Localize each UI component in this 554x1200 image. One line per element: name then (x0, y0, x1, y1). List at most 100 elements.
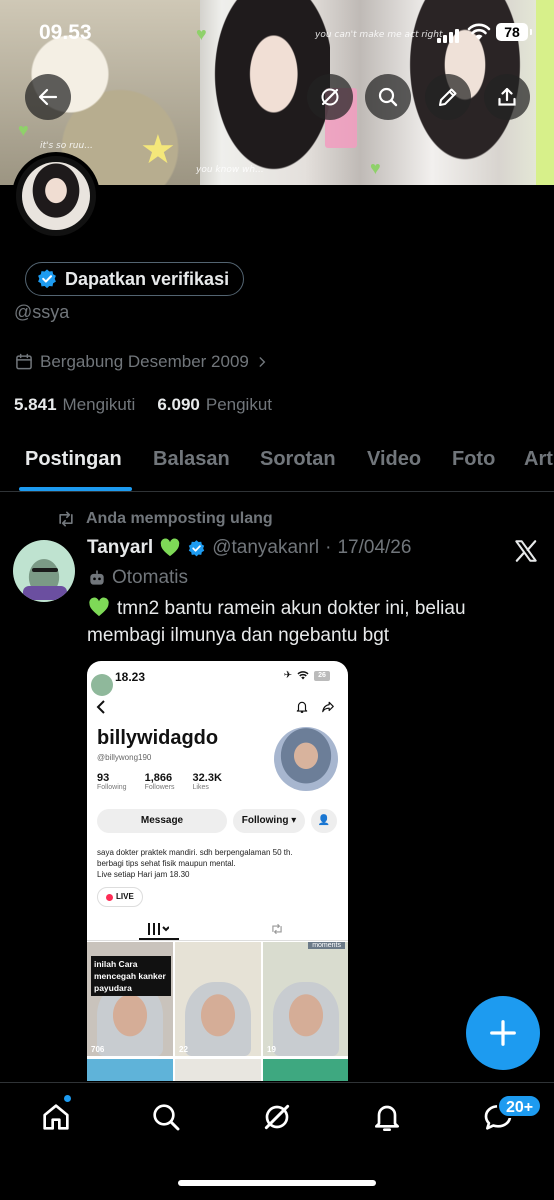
plus-icon (490, 1020, 516, 1046)
bell-icon (296, 701, 308, 713)
profile-handle: @ssya (14, 302, 70, 322)
repost-indicator: Anda memposting ulang (56, 510, 273, 528)
embedded-stat: 32.3K Likes (192, 772, 222, 791)
embedded-nav (95, 697, 340, 717)
grok-button[interactable] (307, 74, 353, 120)
nav-search[interactable] (146, 1097, 186, 1137)
verified-badge-icon (189, 539, 205, 556)
embedded-handle: @billywong190 (97, 753, 152, 762)
home-icon (43, 1104, 69, 1130)
live-dot-icon (106, 893, 113, 901)
banner-scribble: it's so ruu... (40, 141, 93, 151)
chevron-right-icon (259, 357, 266, 367)
embedded-following-button: Following ▾ (233, 809, 305, 833)
tab-photos[interactable]: Foto (452, 448, 495, 471)
pencil-icon (439, 88, 457, 106)
search-icon (153, 1104, 180, 1131)
embedded-video-grid: inilah Cara mencegah kanker payudara 706… (87, 942, 348, 1081)
video-views: 19 (267, 1045, 276, 1054)
grok-icon (264, 1104, 290, 1130)
tab-highlights[interactable]: Sorotan (260, 448, 336, 471)
embedded-status-icons: ✈ 26 (284, 670, 330, 681)
post-body: tmn2 bantu ramein akun dokter ini, belia… (87, 598, 466, 646)
banner-scribble: you know wh... (196, 165, 264, 175)
wifi-icon (297, 671, 309, 680)
status-time: 09.53 (39, 21, 92, 44)
get-verified-label: Dapatkan verifikasi (65, 268, 230, 289)
embedded-video-thumb: inilah Cara mencegah kanker payudara 706 (87, 942, 173, 1056)
thumb-face (185, 982, 251, 1056)
green-heart-icon (89, 597, 109, 617)
home-indicator[interactable] (178, 1180, 376, 1186)
bell-icon (375, 1105, 399, 1131)
embedded-stats: 93 Following 1,866 Followers 32.3K Likes (97, 772, 222, 791)
moments-tag: moments (308, 942, 345, 949)
profile-avatar[interactable] (12, 152, 100, 240)
calendar-icon (16, 353, 32, 370)
joined-date-row[interactable]: Bergabung Desember 2009 (14, 352, 269, 372)
automated-label: Otomatis (112, 567, 189, 588)
following-label[interactable]: Mengikuti (63, 395, 136, 415)
thumb-face (273, 982, 339, 1056)
verified-badge-icon (38, 269, 56, 289)
banner-heart-sticker: ♥ (18, 120, 29, 140)
tab-video[interactable]: Video (367, 448, 421, 471)
post-header: Tanyarl @tanyakanrl · 17/04/26 (87, 537, 411, 559)
repost-icon (59, 511, 73, 527)
followers-count[interactable]: 6.090 (157, 395, 200, 415)
post-author-avatar[interactable] (13, 540, 75, 602)
video-views: 706 (91, 1045, 105, 1054)
tab-posts[interactable]: Postingan (25, 448, 122, 471)
following-count[interactable]: 5.841 (14, 395, 57, 415)
embedded-status-bar: 18.23 ✈ 26 (87, 669, 348, 696)
share-icon (498, 87, 516, 106)
embedded-tabs (87, 919, 348, 941)
followers-label[interactable]: Pengikut (206, 395, 272, 415)
embedded-battery: 26 (314, 670, 330, 681)
grid-icon (148, 923, 169, 935)
search-button[interactable] (365, 74, 411, 120)
edit-profile-button[interactable] (425, 74, 471, 120)
embedded-video-thumb: 22 (175, 942, 261, 1056)
airplane-icon: ✈ (283, 670, 292, 681)
banner-star-sticker: ★ (140, 128, 176, 172)
x-logo-icon (515, 540, 537, 562)
joined-label: Bergabung Desember 2009 (40, 352, 249, 371)
embedded-mini-avatar (91, 674, 113, 696)
nav-grok[interactable] (257, 1097, 297, 1137)
post-text: tmn2 bantu ramein akun dokter ini, belia… (87, 595, 537, 649)
robot-icon (90, 570, 104, 585)
video-views: 22 (179, 1045, 188, 1054)
post-date[interactable]: 17/04/26 (337, 537, 411, 559)
get-verified-button[interactable]: Dapatkan verifikasi (25, 262, 245, 296)
post-author-name[interactable]: Tanyarl (87, 537, 153, 559)
post-author-handle[interactable]: @tanyakanrl (212, 537, 319, 559)
messages-count-badge: 20+ (497, 1094, 543, 1118)
tab-replies[interactable]: Balasan (153, 448, 230, 471)
chevron-left-icon (96, 700, 105, 714)
embedded-video-thumb (263, 1059, 348, 1081)
repost-label: Anda memposting ulang (86, 510, 273, 527)
post-media-image[interactable]: 18.23 ✈ 26 billywidagdo @billywong190 93… (87, 661, 348, 1081)
grok-icon (321, 88, 339, 106)
avatar-base (23, 586, 67, 600)
embedded-active-tab-indicator (139, 938, 179, 940)
embedded-message-button: Message (97, 809, 227, 833)
embedded-video-thumb (87, 1059, 173, 1081)
back-button[interactable] (25, 74, 71, 120)
share-button[interactable] (484, 74, 530, 120)
nav-notifications[interactable] (367, 1097, 407, 1137)
tab-articles[interactable]: Art (524, 448, 553, 471)
arrow-left-icon (38, 88, 58, 106)
post-separator: · (325, 537, 332, 558)
compose-post-button[interactable] (466, 996, 540, 1070)
embedded-video-thumb: moments 19 (263, 942, 348, 1056)
cellular-signal-icon (437, 27, 459, 43)
embedded-time: 18.23 (115, 670, 146, 684)
embedded-stat: 93 Following (97, 772, 127, 791)
share-arrow-icon (322, 701, 334, 713)
automated-label-row[interactable]: Otomatis (87, 567, 188, 589)
search-icon (378, 87, 398, 107)
banner-heart-sticker: ♥ (370, 158, 381, 178)
status-bar: 09.53 78 (0, 18, 554, 48)
